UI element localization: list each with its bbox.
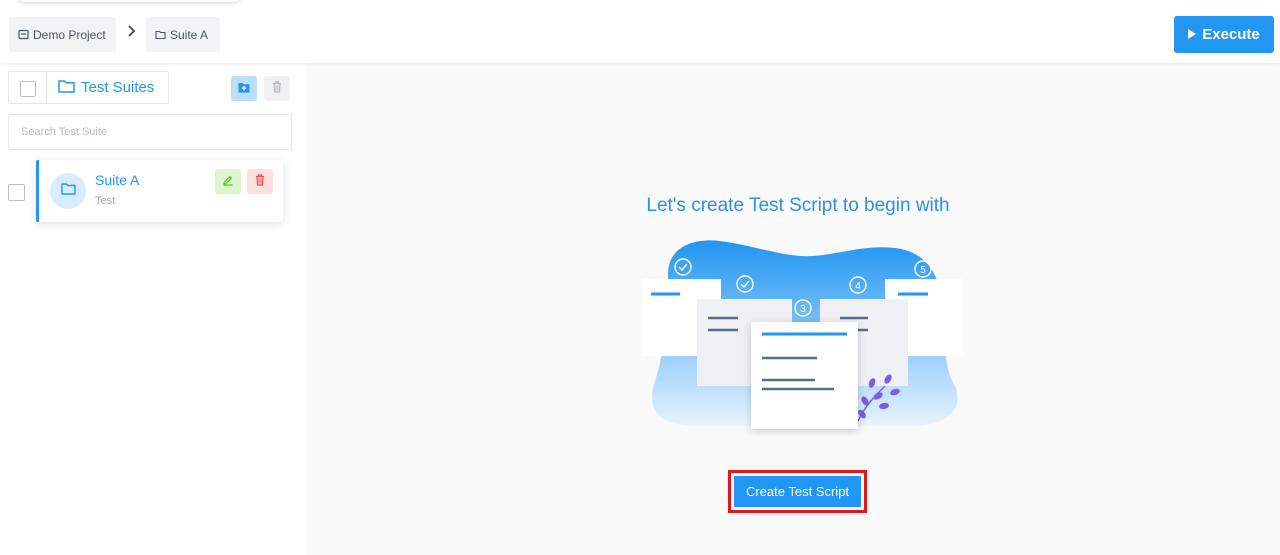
edit-icon [222, 173, 234, 191]
create-test-script-highlight: Create Test Script [728, 470, 867, 513]
delete-suites-button[interactable] [264, 76, 290, 101]
main-panel: Let's create Test Script to begin with 5 [307, 63, 1280, 555]
top-tab-edge [18, 0, 240, 2]
suite-avatar [50, 173, 86, 209]
test-suites-label: Test Suites [81, 79, 155, 96]
trash-icon [255, 173, 265, 191]
trash-icon [272, 80, 282, 98]
top-bar: Demo Project Suite A Execute [0, 0, 1280, 63]
suite-name: Suite A [95, 172, 140, 188]
breadcrumb-suite-label: Suite A [170, 27, 209, 42]
search-suite-input[interactable] [8, 114, 292, 150]
execute-label: Execute [1202, 26, 1260, 43]
suite-checkbox[interactable] [8, 184, 25, 201]
add-folder-icon [238, 80, 250, 98]
breadcrumb-project-label: Demo Project [33, 27, 106, 42]
create-test-script-button[interactable]: Create Test Script [734, 476, 861, 507]
test-suites-header[interactable]: Test Suites [46, 71, 169, 104]
folder-icon [155, 29, 166, 40]
chevron-right-icon [124, 24, 138, 38]
folder-icon [58, 79, 75, 97]
sidebar: Test Suites Suite A Test [0, 63, 305, 555]
select-all-wrapper [8, 71, 47, 104]
script-card-3 [751, 322, 858, 429]
suite-list-item[interactable]: Suite A Test [36, 160, 283, 222]
step-4-number: 4 [855, 281, 861, 292]
select-all-checkbox[interactable] [20, 81, 36, 97]
delete-suite-button[interactable] [247, 169, 273, 194]
empty-state-illustration: 5 4 3 [643, 240, 963, 429]
empty-state-title: Let's create Test Script to begin with [646, 195, 950, 216]
breadcrumb-suite[interactable]: Suite A [146, 17, 220, 52]
execute-button[interactable]: Execute [1174, 16, 1274, 53]
suite-description: Test [95, 195, 116, 207]
play-icon [1188, 26, 1197, 43]
add-suite-button[interactable] [231, 76, 257, 101]
step-3-number: 3 [800, 304, 806, 315]
folder-icon [60, 182, 76, 200]
project-icon [18, 29, 29, 40]
edit-suite-button[interactable] [215, 169, 241, 194]
breadcrumb-project[interactable]: Demo Project [9, 17, 116, 52]
step-5-number: 5 [920, 265, 926, 276]
